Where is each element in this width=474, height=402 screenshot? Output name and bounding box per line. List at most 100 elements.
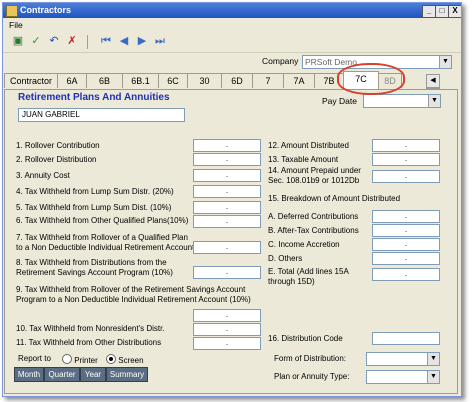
label-5: 5. Tax Withheld from Lump Sum Dist. (10%… [16, 203, 172, 212]
contractor-name: JUAN GABRIEL [22, 110, 80, 119]
year-button[interactable]: Year [80, 367, 106, 382]
check-icon[interactable]: ✓ [29, 35, 43, 48]
screen-label: Screen [118, 356, 144, 365]
pay-date-label: Pay Date [322, 96, 357, 106]
new-icon[interactable]: ▣ [11, 35, 25, 48]
label-11: 11. Tax Withheld from Other Distribution… [16, 338, 162, 347]
label-12: 12. Amount Distributed [268, 141, 349, 150]
label-15c: C. Income Accretion [268, 240, 340, 249]
field-16[interactable] [372, 332, 440, 345]
window-title: Contractors [20, 5, 72, 15]
label-3: 3. Annuity Cost [16, 171, 70, 180]
field-2[interactable]: . [193, 153, 261, 166]
field-13[interactable]: . [372, 153, 440, 166]
chevron-down-icon: ▼ [427, 353, 439, 365]
field-5[interactable]: . [193, 201, 261, 214]
menu-bar: File [3, 18, 461, 31]
label-15a: A. Deferred Contributions [268, 212, 359, 221]
tab-6d[interactable]: 6D [221, 73, 253, 88]
label-15b: B. After-Tax Contributions [268, 226, 359, 235]
field-6[interactable]: . [193, 215, 261, 228]
form-of-distribution-select[interactable]: ▼ [366, 352, 440, 366]
label-8: 8. Tax Withheld from Distributions from … [16, 258, 173, 277]
plan-annuity-type-label: Plan or Annuity Type: [274, 372, 350, 381]
field-4[interactable]: . [193, 185, 261, 198]
field-15a[interactable]: . [372, 210, 440, 223]
screen-radio[interactable] [106, 354, 116, 364]
month-button[interactable]: Month [14, 367, 44, 382]
chevron-down-icon: ▼ [439, 56, 451, 68]
pay-date-select[interactable]: ▼ [363, 94, 441, 108]
company-select[interactable]: PRSoft Demo ▼ [302, 55, 452, 69]
field-15b[interactable]: . [372, 224, 440, 237]
contractor-name-field: JUAN GABRIEL [18, 108, 185, 122]
printer-label: Printer [74, 356, 98, 365]
field-15d[interactable]: . [372, 252, 440, 265]
label-7: 7. Tax Withheld from Rollover of a Quali… [16, 233, 195, 252]
summary-button[interactable]: Summary [106, 367, 148, 382]
toolbar-separator [87, 35, 88, 49]
tab-6c[interactable]: 6C [158, 73, 188, 88]
next-icon[interactable]: ▶ [135, 35, 149, 48]
toolbar: ▣ ✓ ↶ ✗ ⏮ ◀ ▶ ⏭ [3, 32, 461, 53]
tab-8d[interactable]: 8D [378, 73, 402, 88]
tab-strip: Contractor 6A 6B 6B.1 6C 30 6D 7 7A 7B 7… [4, 71, 424, 89]
tab-7c[interactable]: 7C [343, 71, 379, 89]
form-of-distribution-label: Form of Distribution: [274, 354, 347, 363]
label-4: 4. Tax Withheld from Lump Sum Distr. (20… [16, 187, 174, 196]
tab-6a[interactable]: 6A [57, 73, 87, 88]
section-title: Retirement Plans And Annuities [18, 92, 170, 103]
field-15e[interactable]: . [372, 268, 440, 281]
field-3[interactable]: . [193, 169, 261, 182]
tab-6b[interactable]: 6B [86, 73, 123, 88]
label-15d: D. Others [268, 254, 303, 263]
label-6: 6. Tax Withheld from Other Qualified Pla… [16, 216, 189, 225]
quarter-button[interactable]: Quarter [44, 367, 80, 382]
close-button[interactable]: X [448, 5, 461, 18]
field-12[interactable]: . [372, 139, 440, 152]
report-to-label: Report to [18, 354, 51, 363]
minimize-button[interactable]: _ [422, 5, 436, 18]
field-9[interactable]: . [193, 309, 261, 322]
undo-icon[interactable]: ↶ [47, 35, 61, 48]
label-15e: E. Total (Add lines 15A through 15D) [268, 267, 349, 286]
company-value: PRSoft Demo [305, 57, 357, 67]
field-7[interactable]: . [193, 241, 261, 254]
field-15c[interactable]: . [372, 238, 440, 251]
label-15: 15. Breakdown of Amount Distributed [268, 194, 401, 203]
field-14[interactable]: . [372, 170, 440, 183]
plan-annuity-type-select[interactable]: ▼ [366, 370, 440, 384]
app-icon [6, 5, 18, 17]
tab-6b1[interactable]: 6B.1 [122, 73, 159, 88]
printer-option[interactable]: Printer [62, 354, 98, 366]
tab-scroll: ◀▶ [426, 74, 454, 102]
delete-icon[interactable]: ✗ [65, 35, 79, 48]
title-bar[interactable]: Contractors _ □ X [3, 3, 461, 18]
last-icon[interactable]: ⏭ [153, 35, 167, 48]
first-icon[interactable]: ⏮ [99, 35, 113, 48]
label-1: 1. Rollover Contribution [16, 141, 100, 150]
tab-7[interactable]: 7 [252, 73, 284, 88]
label-9: 9. Tax Withheld from Rollover of the Ret… [16, 285, 251, 304]
field-8[interactable]: . [193, 266, 261, 279]
tab-30[interactable]: 30 [187, 73, 222, 88]
field-11[interactable]: . [193, 337, 261, 350]
scroll-left-icon[interactable]: ◀ [426, 74, 440, 88]
menu-file[interactable]: File [9, 20, 23, 30]
label-16: 16. Distribution Code [268, 334, 343, 343]
tab-contractor[interactable]: Contractor [4, 73, 58, 88]
label-14: 14. Amount Prepaid under Sec. 108.01b9 o… [268, 166, 361, 185]
field-10[interactable]: . [193, 323, 261, 336]
chevron-down-icon: ▼ [427, 371, 439, 383]
chevron-down-icon: ▼ [428, 95, 440, 107]
company-label: Company [262, 56, 299, 66]
label-2: 2. Rollover Distribution [16, 155, 97, 164]
label-10: 10. Tax Withheld from Nonresident's Dist… [16, 324, 165, 333]
tab-7a[interactable]: 7A [283, 73, 315, 88]
field-1[interactable]: . [193, 139, 261, 152]
tab-7b[interactable]: 7B [314, 73, 344, 88]
maximize-button[interactable]: □ [435, 5, 449, 18]
prev-icon[interactable]: ◀ [117, 35, 131, 48]
screen-option[interactable]: Screen [106, 354, 144, 366]
printer-radio[interactable] [62, 354, 72, 364]
